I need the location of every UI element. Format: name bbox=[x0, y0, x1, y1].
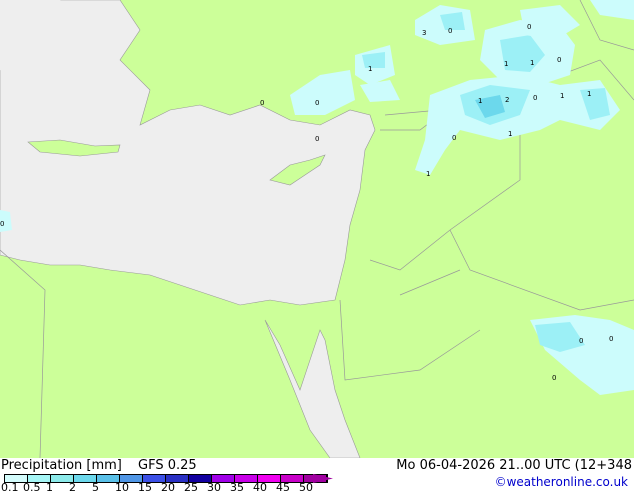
map-value-label: 0 bbox=[0, 220, 4, 228]
map-value-label: 0 bbox=[579, 337, 583, 345]
scale-tick-label: 2 bbox=[69, 481, 76, 494]
map-value-label: 0 bbox=[609, 335, 613, 343]
scale-tick-label: 1 bbox=[46, 481, 53, 494]
map-value-label: 0 bbox=[552, 374, 556, 382]
map-title: Precipitation [mm] bbox=[1, 458, 122, 473]
map-value-label: 0 bbox=[315, 99, 319, 107]
map-value-label: 0 bbox=[527, 23, 531, 31]
legend-footer: Precipitation [mm] GFS 0.25 Mo 06-04-202… bbox=[0, 458, 634, 494]
scale-tick-label: 15 bbox=[138, 481, 152, 494]
scale-tick-label: 35 bbox=[230, 481, 244, 494]
map-value-label: 1 bbox=[426, 170, 430, 178]
map-value-label: 0 bbox=[557, 56, 561, 64]
map-value-label: 0 bbox=[448, 27, 452, 35]
scale-arrow-icon bbox=[313, 474, 333, 483]
scale-tick-label: 20 bbox=[161, 481, 175, 494]
map-value-label: 0 bbox=[452, 134, 456, 142]
scale-tick-label: 5 bbox=[92, 481, 99, 494]
scale-tick-label: 0.5 bbox=[23, 481, 41, 494]
scale-tick-label: 30 bbox=[207, 481, 221, 494]
map-value-label: 1 bbox=[587, 90, 591, 98]
precipitation-map: 3 0 1 0 0 1 0 1 2 0 1 1 0 0 1 1 0 0 1 0 … bbox=[0, 0, 634, 458]
map-value-label: 1 bbox=[504, 60, 508, 68]
map-value-label: 1 bbox=[530, 59, 534, 67]
valid-datetime: Mo 06-04-2026 21..00 UTC (12+348 bbox=[396, 458, 632, 473]
scale-tick-label: 50 bbox=[299, 481, 313, 494]
map-value-label: 1 bbox=[368, 65, 372, 73]
scale-tick-label: 45 bbox=[276, 481, 290, 494]
map-value-label: 2 bbox=[505, 96, 509, 104]
map-value-label: 0 bbox=[315, 135, 319, 143]
map-value-label: 1 bbox=[478, 97, 482, 105]
credit-link[interactable]: ©weatheronline.co.uk bbox=[495, 475, 628, 489]
map-value-label: 0 bbox=[260, 99, 264, 107]
scale-tick-label: 0.1 bbox=[1, 481, 19, 494]
map-value-label: 1 bbox=[560, 92, 564, 100]
map-value-label: 3 bbox=[422, 29, 426, 37]
scale-tick-label: 40 bbox=[253, 481, 267, 494]
map-value-label: 1 bbox=[508, 130, 512, 138]
map-value-label: 0 bbox=[533, 94, 537, 102]
scale-tick-label: 10 bbox=[115, 481, 129, 494]
model-name: GFS 0.25 bbox=[138, 458, 197, 473]
scale-tick-label: 25 bbox=[184, 481, 198, 494]
